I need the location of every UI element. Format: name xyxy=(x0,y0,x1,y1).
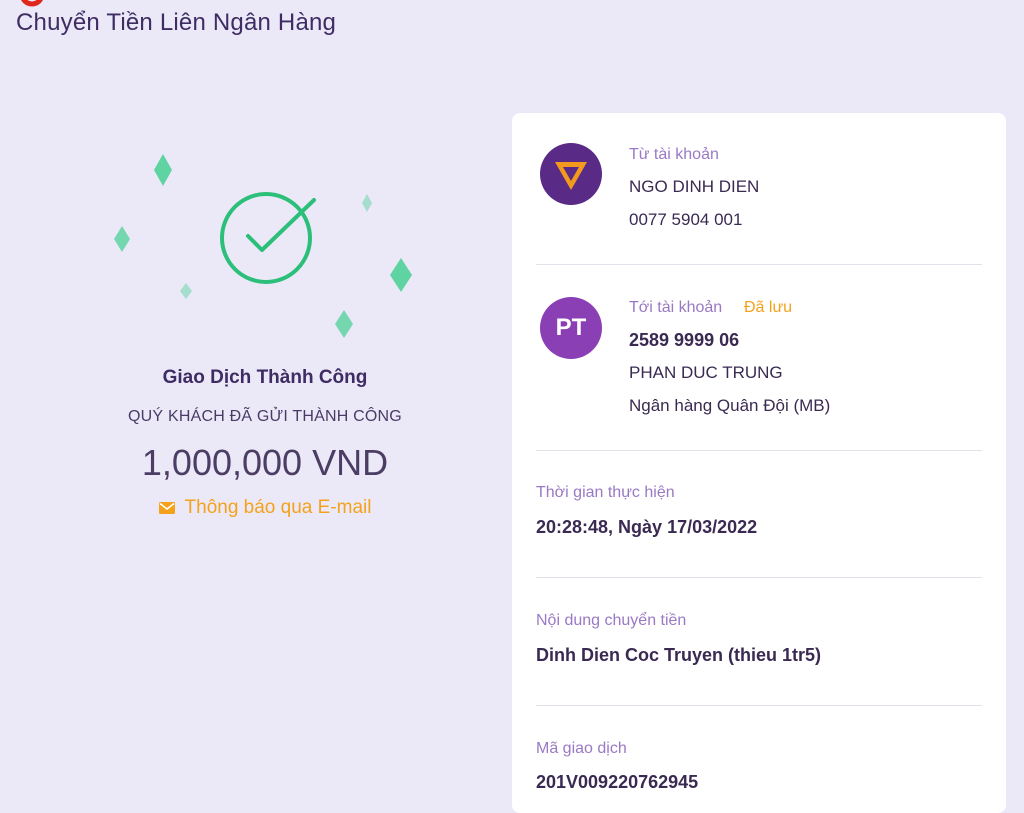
divider xyxy=(536,450,982,451)
transaction-detail-card: Từ tài khoản NGO DINH DIEN 0077 5904 001… xyxy=(512,113,1006,813)
recipient-avatar: PT xyxy=(540,297,602,359)
from-account-number: 0077 5904 001 xyxy=(629,210,743,229)
transfer-amount: 1,000,000 VND xyxy=(141,442,389,483)
from-account-name: NGO DINH DIEN xyxy=(629,177,760,196)
time-label: Thời gian thực hiện xyxy=(536,484,675,501)
success-title: Giao Dịch Thành Công xyxy=(162,367,368,388)
to-account-number: 2589 9999 06 xyxy=(629,330,740,350)
sparkle-icon xyxy=(335,310,353,338)
recipient-name: PHAN DUC TRUNG xyxy=(629,363,783,382)
recipient-bank: Ngân hàng Quân Đội (MB) xyxy=(629,396,831,415)
content-value: Dinh Dien Coc Truyen (thieu 1tr5) xyxy=(536,645,822,665)
sparkle-icon xyxy=(154,154,172,186)
transaction-id-label: Mã giao dịch xyxy=(536,740,627,757)
divider xyxy=(536,577,982,578)
email-notice-label: Thông báo qua E-mail xyxy=(184,497,372,518)
transaction-id-value: 201V009220762945 xyxy=(536,772,699,792)
to-account-label: Tới tài khoản xyxy=(629,299,723,316)
sparkle-icon xyxy=(362,194,372,212)
email-notice-link[interactable]: Thông báo qua E-mail xyxy=(0,497,530,519)
source-bank-avatar xyxy=(540,143,602,205)
success-subtitle: QUÝ KHÁCH ĐÃ GỬI THÀNH CÔNG xyxy=(128,408,402,425)
content-label: Nội dung chuyển tiền xyxy=(536,612,687,629)
check-circle-icon xyxy=(220,192,316,284)
saved-badge: Đã lưu xyxy=(744,299,793,316)
sparkle-icon xyxy=(390,258,412,292)
page-title: Chuyển Tiền Liên Ngân Hàng xyxy=(16,9,337,36)
sparkle-icon xyxy=(114,226,130,252)
envelope-icon xyxy=(158,502,175,514)
tpbank-logo-icon xyxy=(555,162,587,190)
divider xyxy=(536,705,982,706)
success-illustration xyxy=(114,154,412,338)
from-account-label: Từ tài khoản xyxy=(629,146,719,163)
divider xyxy=(536,264,982,265)
sparkle-icon xyxy=(180,283,192,299)
time-value: 20:28:48, Ngày 17/03/2022 xyxy=(536,517,758,537)
